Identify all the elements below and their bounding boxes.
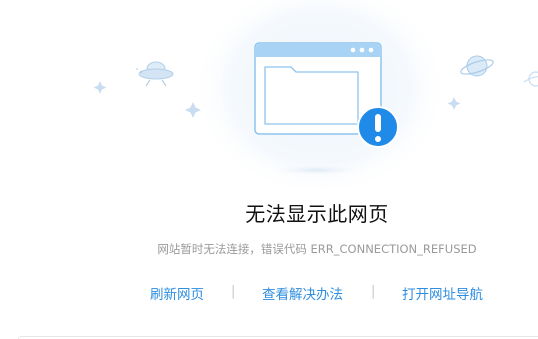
error-illustration — [93, 0, 538, 190]
planet-icon — [460, 55, 494, 77]
exclamation-icon — [357, 106, 399, 148]
open-url-navigation-link[interactable]: 打开网址导航 — [402, 283, 483, 303]
page-title: 无法显示此网页 — [245, 202, 389, 226]
action-links: 刷新网页 | 查看解决办法 | 打开网址导航 — [0, 283, 538, 303]
ufo-icon — [136, 61, 174, 87]
error-page: 无法显示此网页 网站暂时无法连接，错误代码 ERR_CONNECTION_REF… — [0, 0, 538, 339]
planet-icon — [523, 71, 538, 87]
link-separator: | — [231, 284, 236, 299]
error-message: 网站暂时无法连接，错误代码 ERR_CONNECTION_REFUSED — [157, 242, 477, 256]
view-solution-link[interactable]: 查看解决办法 — [262, 283, 343, 303]
sparkle-icon — [447, 97, 461, 110]
sparkle-icon — [93, 81, 107, 94]
link-separator: | — [371, 284, 376, 299]
window-shadow — [263, 164, 371, 176]
refresh-page-link[interactable]: 刷新网页 — [150, 283, 204, 303]
